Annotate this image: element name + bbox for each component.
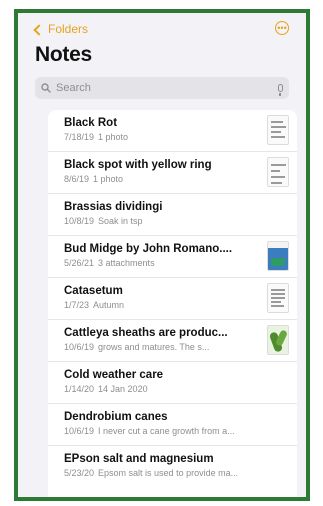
note-meta: 5/26/21 3 attachments (64, 258, 278, 268)
note-preview: Soak in tsp (98, 216, 143, 226)
search-input[interactable]: Search (56, 82, 278, 94)
note-meta: 10/6/19 grows and matures. The s... (64, 342, 278, 352)
document-thumbnail-icon (267, 115, 289, 145)
note-title: Bud Midge by John Romano.... (64, 243, 233, 255)
note-title: Black spot with yellow ring (64, 159, 212, 171)
photo-thumbnail-icon (267, 325, 289, 355)
photo-thumbnail-icon (267, 241, 289, 271)
notes-screen: Folders ••• Notes Search Black Rot 7/18/… (18, 13, 306, 497)
search-bar[interactable]: Search (35, 77, 289, 99)
note-meta: 10/6/19 I never cut a cane growth from a.… (64, 426, 278, 436)
note-date: 5/23/20 (64, 468, 95, 478)
note-date: 1/14/20 (64, 384, 95, 394)
note-date: 1/7/23 (64, 300, 90, 310)
note-title: Brassias dividingi (64, 201, 163, 213)
note-title: Cold weather care (64, 369, 164, 381)
note-row[interactable]: EPson salt and magnesium 5/23/20 Epsom sa… (48, 446, 297, 488)
note-date: 10/6/19 (64, 426, 95, 436)
note-date: 8/6/19 (64, 174, 90, 184)
note-meta: 8/6/19 1 photo (64, 174, 278, 184)
note-row[interactable]: Black spot with yellow ring 8/6/19 1 phot… (48, 152, 297, 194)
chevron-left-icon (33, 23, 45, 36)
back-to-folders-button[interactable]: Folders (33, 21, 89, 37)
note-preview: Epsom salt is used to provide ma... (98, 468, 239, 478)
note-meta: 1/14/20 14 Jan 2020 (64, 384, 278, 394)
note-preview: Autumn (93, 300, 125, 310)
note-meta: 7/18/19 1 photo (64, 132, 278, 142)
note-meta: 10/8/19 Soak in tsp (64, 216, 278, 226)
note-meta: 5/23/20 Epsom salt is used to provide ma.… (64, 468, 278, 478)
screenshot-frame: Folders ••• Notes Search Black Rot 7/18/… (14, 9, 310, 501)
note-row[interactable]: Cattleya sheaths are produc... 10/6/19 gr… (48, 320, 297, 362)
note-title: Black Rot (64, 117, 118, 129)
note-row[interactable]: Cold weather care 1/14/20 14 Jan 2020 (48, 362, 297, 404)
note-row[interactable]: Catasetum 1/7/23 Autumn (48, 278, 297, 320)
note-title: EPson salt and magnesium (64, 453, 214, 465)
note-meta: 1/7/23 Autumn (64, 300, 278, 310)
note-preview: I never cut a cane growth from a... (98, 426, 235, 436)
note-row[interactable]: Dendrobium canes 10/6/19 I never cut a ca… (48, 404, 297, 446)
note-row[interactable]: Bud Midge by John Romano.... 5/26/21 3 at… (48, 236, 297, 278)
note-title: Dendrobium canes (64, 411, 168, 423)
ellipsis-circle-icon[interactable]: ••• (275, 21, 289, 35)
note-date: 10/6/19 (64, 342, 95, 352)
document-thumbnail-icon (267, 157, 289, 187)
microphone-icon[interactable] (278, 84, 283, 96)
note-preview: 1 photo (98, 132, 129, 142)
note-title: Catasetum (64, 285, 123, 297)
navigation-bar: Folders ••• (18, 13, 306, 43)
note-title: Cattleya sheaths are produc... (64, 327, 228, 339)
note-date: 5/26/21 (64, 258, 95, 268)
note-preview: grows and matures. The s... (98, 342, 210, 352)
note-row[interactable]: Brassias dividingi 10/8/19 Soak in tsp (48, 194, 297, 236)
note-preview: 1 photo (93, 174, 124, 184)
note-row[interactable]: Black Rot 7/18/19 1 photo (48, 110, 297, 152)
note-preview: 14 Jan 2020 (98, 384, 148, 394)
notes-list: Black Rot 7/18/19 1 photo Black spot with… (48, 110, 297, 497)
search-icon (41, 83, 51, 93)
note-date: 10/8/19 (64, 216, 95, 226)
back-button-label: Folders (48, 22, 89, 36)
page-title: Notes (35, 43, 92, 66)
document-thumbnail-icon (267, 283, 289, 313)
note-preview: 3 attachments (98, 258, 155, 268)
note-date: 7/18/19 (64, 132, 95, 142)
